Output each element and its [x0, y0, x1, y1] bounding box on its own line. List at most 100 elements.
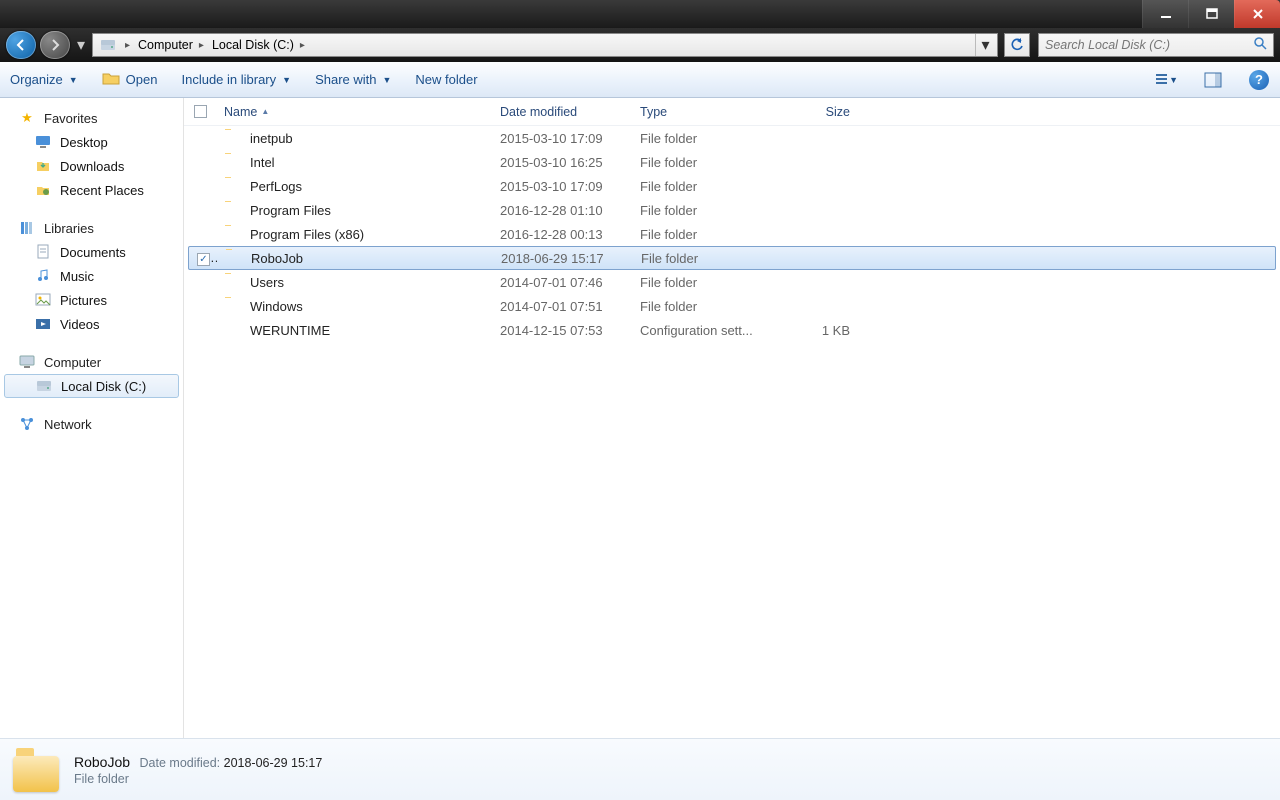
file-row[interactable]: ✓RoboJob2018-06-29 15:17File folder: [188, 246, 1276, 270]
desktop-icon: [34, 133, 52, 151]
file-name: Windows: [250, 299, 303, 314]
forward-button[interactable]: [40, 31, 70, 59]
breadcrumb-separator[interactable]: ▸: [121, 40, 134, 51]
file-row[interactable]: PerfLogs 2015-03-10 17:09File folder: [184, 174, 1280, 198]
file-type: File folder: [632, 179, 770, 194]
file-type: File folder: [632, 131, 770, 146]
details-pane: RoboJob Date modified: 2018-06-29 15:17 …: [0, 738, 1280, 800]
refresh-button[interactable]: [1004, 33, 1030, 57]
file-date: 2016-12-28 01:10: [492, 203, 632, 218]
column-header-checkbox[interactable]: [184, 105, 216, 118]
folder-icon: [224, 129, 242, 147]
computer-icon: [18, 353, 36, 371]
window-titlebar: [0, 0, 1280, 28]
file-date: 2015-03-10 17:09: [492, 179, 632, 194]
sidebar-computer[interactable]: Computer: [0, 350, 183, 374]
file-date: 2015-03-10 17:09: [492, 131, 632, 146]
file-date: 2018-06-29 15:17: [493, 251, 633, 266]
file-name: Users: [250, 275, 284, 290]
history-dropdown[interactable]: ▾: [74, 31, 88, 59]
file-name: WERUNTIME: [250, 323, 330, 338]
new-folder-button[interactable]: New folder: [415, 72, 477, 87]
date-modified-label: Date modified:: [140, 756, 221, 770]
file-size: 1 KB: [770, 323, 858, 338]
command-bar: Organize▼ Open Include in library▼ Share…: [0, 62, 1280, 98]
file-type: Configuration sett...: [632, 323, 770, 338]
music-icon: [34, 267, 52, 285]
column-header-name[interactable]: Name▲: [216, 105, 492, 119]
sidebar-item-downloads[interactable]: Downloads: [0, 154, 183, 178]
column-header-type[interactable]: Type: [632, 105, 770, 119]
navigation-pane: ★ Favorites Desktop Downloads Recent Pla…: [0, 98, 184, 738]
file-row[interactable]: Program Files (x86)2016-12-28 00:13File …: [184, 222, 1280, 246]
sidebar-item-videos[interactable]: Videos: [0, 312, 183, 336]
organize-menu[interactable]: Organize▼: [10, 72, 78, 87]
maximize-button[interactable]: [1188, 0, 1234, 28]
folder-icon: [224, 201, 242, 219]
file-date: 2014-07-01 07:46: [492, 275, 632, 290]
sidebar-item-pictures[interactable]: Pictures: [0, 288, 183, 312]
file-row[interactable]: Program Files2016-12-28 01:10File folder: [184, 198, 1280, 222]
file-name: inetpub: [250, 131, 293, 146]
minimize-button[interactable]: [1142, 0, 1188, 28]
sidebar-libraries[interactable]: Libraries: [0, 216, 183, 240]
pictures-icon: [34, 291, 52, 309]
breadcrumb-computer[interactable]: Computer▸: [134, 38, 208, 52]
file-row[interactable]: WERUNTIME 2014-12-15 07:53Configuration s…: [184, 318, 1280, 342]
file-date: 2014-07-01 07:51: [492, 299, 632, 314]
address-dropdown[interactable]: ▾: [975, 34, 995, 56]
help-icon: ?: [1249, 70, 1269, 90]
recent-places-icon: [34, 181, 52, 199]
sidebar-item-desktop[interactable]: Desktop: [0, 130, 183, 154]
folder-icon: [224, 153, 242, 171]
row-checkbox[interactable]: ✓: [189, 250, 217, 266]
selected-item-type: File folder: [74, 772, 322, 786]
folder-icon: [224, 177, 242, 195]
file-name: RoboJob: [251, 251, 303, 266]
selected-item-name: RoboJob: [74, 754, 130, 770]
file-date: 2015-03-10 16:25: [492, 155, 632, 170]
help-button[interactable]: ?: [1248, 69, 1270, 91]
share-with-menu[interactable]: Share with▼: [315, 72, 391, 87]
breadcrumb-drive[interactable]: Local Disk (C:)▸: [208, 38, 309, 52]
file-row[interactable]: inetpub 2015-03-10 17:09File folder: [184, 126, 1280, 150]
documents-icon: [34, 243, 52, 261]
file-row[interactable]: Intel2015-03-10 16:25File folder: [184, 150, 1280, 174]
file-type: File folder: [632, 155, 770, 170]
sidebar-network[interactable]: Network: [0, 412, 183, 436]
file-date: 2016-12-28 00:13: [492, 227, 632, 242]
sidebar-favorites[interactable]: ★ Favorites: [0, 106, 183, 130]
back-button[interactable]: [6, 31, 36, 59]
folder-icon: [224, 273, 242, 291]
close-button[interactable]: [1234, 0, 1280, 28]
address-bar[interactable]: ▸ Computer▸ Local Disk (C:)▸ ▾: [92, 33, 998, 57]
search-box[interactable]: [1038, 33, 1274, 57]
folder-icon: [224, 297, 242, 315]
file-name: Program Files: [250, 203, 331, 218]
preview-pane-button[interactable]: [1202, 69, 1224, 91]
open-button[interactable]: Open: [102, 70, 158, 89]
date-modified-value: 2018-06-29 15:17: [224, 756, 323, 770]
selected-item-icon: [12, 746, 60, 794]
sidebar-item-recent-places[interactable]: Recent Places: [0, 178, 183, 202]
drive-icon: [99, 36, 117, 54]
search-input[interactable]: [1045, 38, 1253, 52]
column-header-date[interactable]: Date modified: [492, 105, 632, 119]
folder-icon: [224, 225, 242, 243]
search-icon: [1253, 36, 1267, 55]
file-date: 2014-12-15 07:53: [492, 323, 632, 338]
file-name: PerfLogs: [250, 179, 302, 194]
downloads-icon: [34, 157, 52, 175]
include-in-library-menu[interactable]: Include in library▼: [181, 72, 291, 87]
network-icon: [18, 415, 36, 433]
column-headers: Name▲ Date modified Type Size: [184, 98, 1280, 126]
sidebar-item-local-disk-c[interactable]: Local Disk (C:): [4, 374, 179, 398]
view-options-button[interactable]: ▼: [1156, 69, 1178, 91]
sidebar-item-documents[interactable]: Documents: [0, 240, 183, 264]
file-type: File folder: [632, 299, 770, 314]
file-row[interactable]: Windows 2014-07-01 07:51File folder: [184, 294, 1280, 318]
sidebar-item-music[interactable]: Music: [0, 264, 183, 288]
column-header-size[interactable]: Size: [770, 105, 858, 119]
file-row[interactable]: Users2014-07-01 07:46File folder: [184, 270, 1280, 294]
folder-icon: [225, 249, 243, 267]
